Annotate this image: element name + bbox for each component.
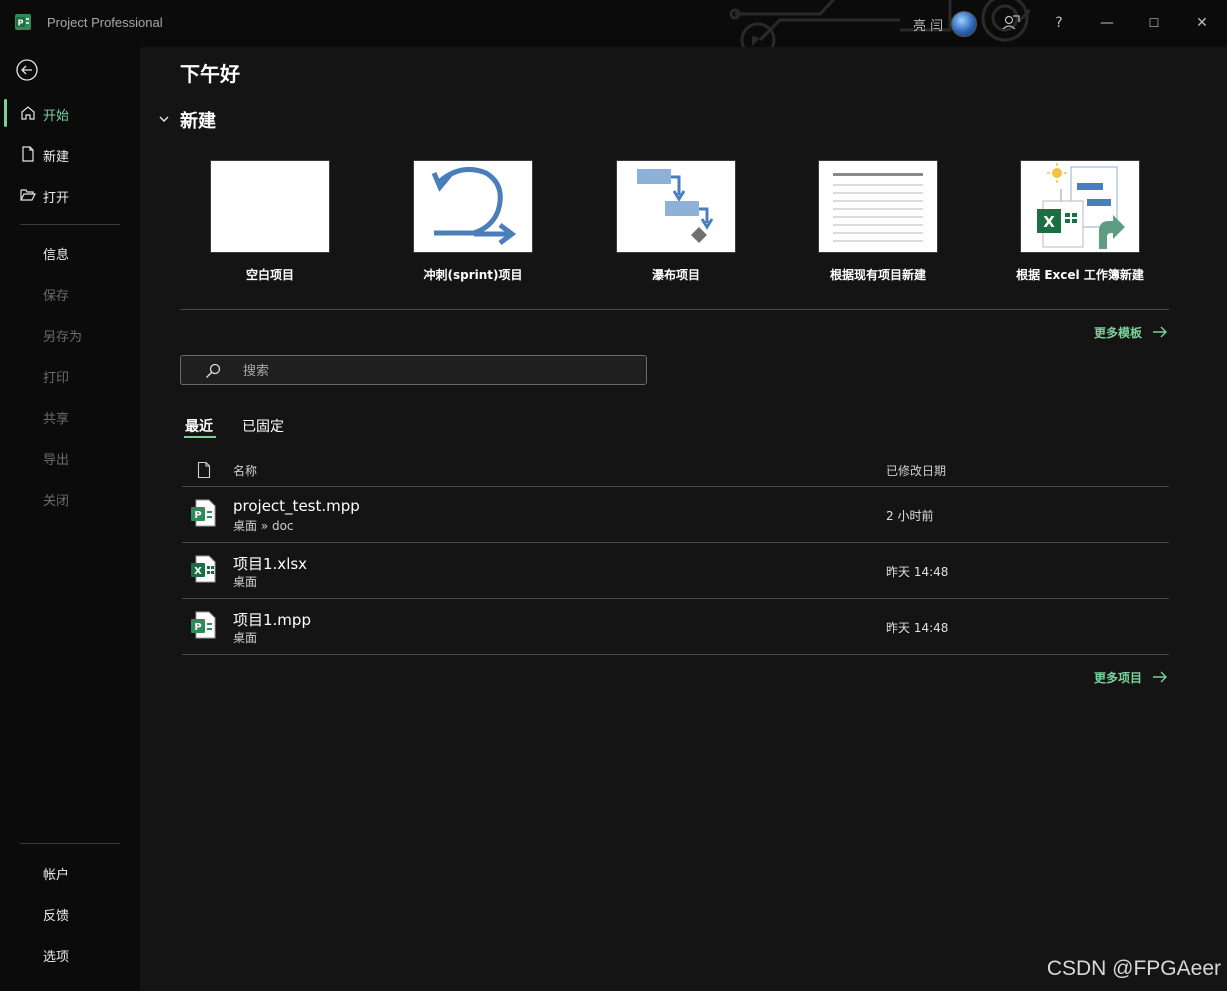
sidebar-item-label: 共享 (43, 412, 70, 427)
file-type-icon (197, 462, 211, 478)
sidebar-item-label: 选项 (43, 950, 70, 965)
blank-project-thumbnail (210, 160, 330, 253)
sidebar-item-save-as[interactable]: 另存为 (0, 318, 140, 350)
sidebar-item-options[interactable]: 选项 (0, 938, 140, 970)
template-label: 瀑布项目 (651, 268, 700, 282)
sidebar-item-label: 保存 (43, 289, 70, 304)
new-document-icon (22, 146, 34, 162)
column-header-name[interactable]: 名称 (233, 462, 257, 479)
file-path: 桌面 (233, 575, 258, 589)
existing-project-thumbnail (818, 160, 938, 253)
circuit-pattern-decoration (729, 0, 1030, 47)
column-header-modified[interactable]: 已修改日期 (886, 462, 946, 479)
sidebar-item-open[interactable]: 打开 (0, 179, 140, 211)
svg-text:P: P (18, 19, 24, 28)
help-button[interactable]: ? (1048, 12, 1070, 34)
sidebar-item-label: 打印 (43, 371, 70, 386)
backstage-sidebar: 开始 新建 打开 信息 保存 另存为 打印 共享 导出 关闭 帐户 反馈 选项 (0, 47, 140, 991)
sidebar-item-label: 新建 (43, 150, 70, 165)
sidebar-item-print[interactable]: 打印 (0, 359, 140, 391)
excel-import-thumbnail: X (1020, 160, 1140, 253)
app-title: Project Professional (47, 15, 163, 30)
file-path: 桌面 (233, 631, 258, 645)
tab-active-indicator (184, 436, 216, 438)
project-file-icon: P (191, 499, 216, 527)
sidebar-item-label: 信息 (43, 248, 70, 263)
sidebar-item-new[interactable]: 新建 (0, 138, 140, 170)
sidebar-item-info[interactable]: 信息 (0, 236, 140, 268)
open-folder-icon (20, 189, 36, 201)
close-button[interactable]: ✕ (1191, 12, 1213, 34)
sidebar-item-label: 关闭 (43, 494, 70, 509)
sidebar-divider (20, 224, 120, 225)
sidebar-divider (20, 843, 120, 844)
home-icon (21, 106, 35, 120)
tab-recent[interactable]: 最近 (185, 416, 213, 436)
sidebar-item-label: 打开 (43, 191, 70, 206)
excel-file-icon: X (191, 555, 216, 583)
template-label: 空白项目 (245, 268, 294, 282)
title-bar: P Project Professional 亮 闫 ? — ☐ ✕ (0, 0, 1227, 47)
sidebar-item-label: 开始 (43, 109, 70, 124)
arrow-right-icon[interactable] (1152, 326, 1168, 338)
sidebar-item-export[interactable]: 导出 (0, 441, 140, 473)
file-path: 桌面 » doc (233, 519, 294, 533)
list-divider (182, 654, 1169, 655)
sidebar-item-save[interactable]: 保存 (0, 277, 140, 309)
template-label: 根据 Excel 工作簿新建 (1016, 268, 1144, 282)
maximize-button[interactable]: ☐ (1143, 12, 1165, 34)
svg-text:X: X (1043, 213, 1055, 231)
sidebar-item-label: 另存为 (43, 330, 83, 345)
sidebar-item-label: 反馈 (43, 909, 70, 924)
back-arrow-icon[interactable] (15, 58, 39, 82)
templates-divider (180, 309, 1169, 310)
search-box[interactable] (180, 355, 647, 385)
svg-text:P: P (194, 622, 201, 633)
project-file-icon: P (191, 611, 216, 639)
template-blank-project[interactable]: 空白项目 (170, 160, 370, 290)
svg-text:P: P (194, 510, 201, 521)
template-sprint-project[interactable]: 冲刺(sprint)项目 (373, 160, 573, 290)
svg-text:X: X (194, 566, 202, 577)
more-items-link[interactable]: 更多项目 (1094, 669, 1142, 686)
sidebar-item-home[interactable]: 开始 (0, 97, 140, 129)
sprint-cycle-thumbnail (413, 160, 533, 253)
file-name: 项目1.mpp (233, 611, 311, 629)
template-label: 根据现有项目新建 (829, 268, 926, 282)
avatar[interactable] (951, 11, 977, 37)
greeting-title: 下午好 (180, 62, 240, 86)
watermark: CSDN @FPGAeer (1046, 957, 1221, 980)
waterfall-thumbnail (616, 160, 736, 253)
user-name[interactable]: 亮 闫 (913, 15, 943, 34)
file-name: project_test.mpp (233, 497, 360, 515)
file-name: 项目1.xlsx (233, 555, 308, 573)
file-modified: 昨天 14:48 (886, 565, 949, 579)
file-modified: 昨天 14:48 (886, 621, 949, 635)
project-app-icon: P (15, 14, 31, 30)
template-label: 冲刺(sprint)项目 (423, 268, 523, 282)
new-section-heading[interactable]: 新建 (180, 107, 216, 133)
arrow-right-icon[interactable] (1152, 671, 1168, 683)
search-icon (206, 363, 221, 378)
template-waterfall-project[interactable]: 瀑布项目 (576, 160, 776, 290)
file-row[interactable]: P project_test.mpp 桌面 » doc 2 小时前 (182, 487, 1168, 543)
chevron-down-icon[interactable] (158, 113, 170, 125)
template-from-excel[interactable]: X 根据 Excel 工作簿新建 (980, 160, 1180, 290)
more-templates-link[interactable]: 更多模板 (1094, 324, 1142, 341)
file-row[interactable]: P 项目1.mpp 桌面 昨天 14:48 (182, 599, 1168, 655)
sidebar-item-label: 帐户 (43, 868, 70, 883)
sidebar-item-feedback[interactable]: 反馈 (0, 897, 140, 929)
template-from-existing[interactable]: 根据现有项目新建 (778, 160, 978, 290)
minimize-button[interactable]: — (1096, 12, 1118, 34)
file-modified: 2 小时前 (886, 509, 934, 523)
sidebar-item-share[interactable]: 共享 (0, 400, 140, 432)
sidebar-item-label: 导出 (43, 453, 70, 468)
sidebar-item-account[interactable]: 帐户 (0, 856, 140, 888)
file-row[interactable]: X 项目1.xlsx 桌面 昨天 14:48 (182, 543, 1168, 599)
coauthor-share-icon[interactable] (1000, 12, 1022, 34)
search-input[interactable] (241, 360, 625, 382)
tab-pinned[interactable]: 已固定 (242, 416, 284, 436)
sidebar-item-close[interactable]: 关闭 (0, 482, 140, 514)
